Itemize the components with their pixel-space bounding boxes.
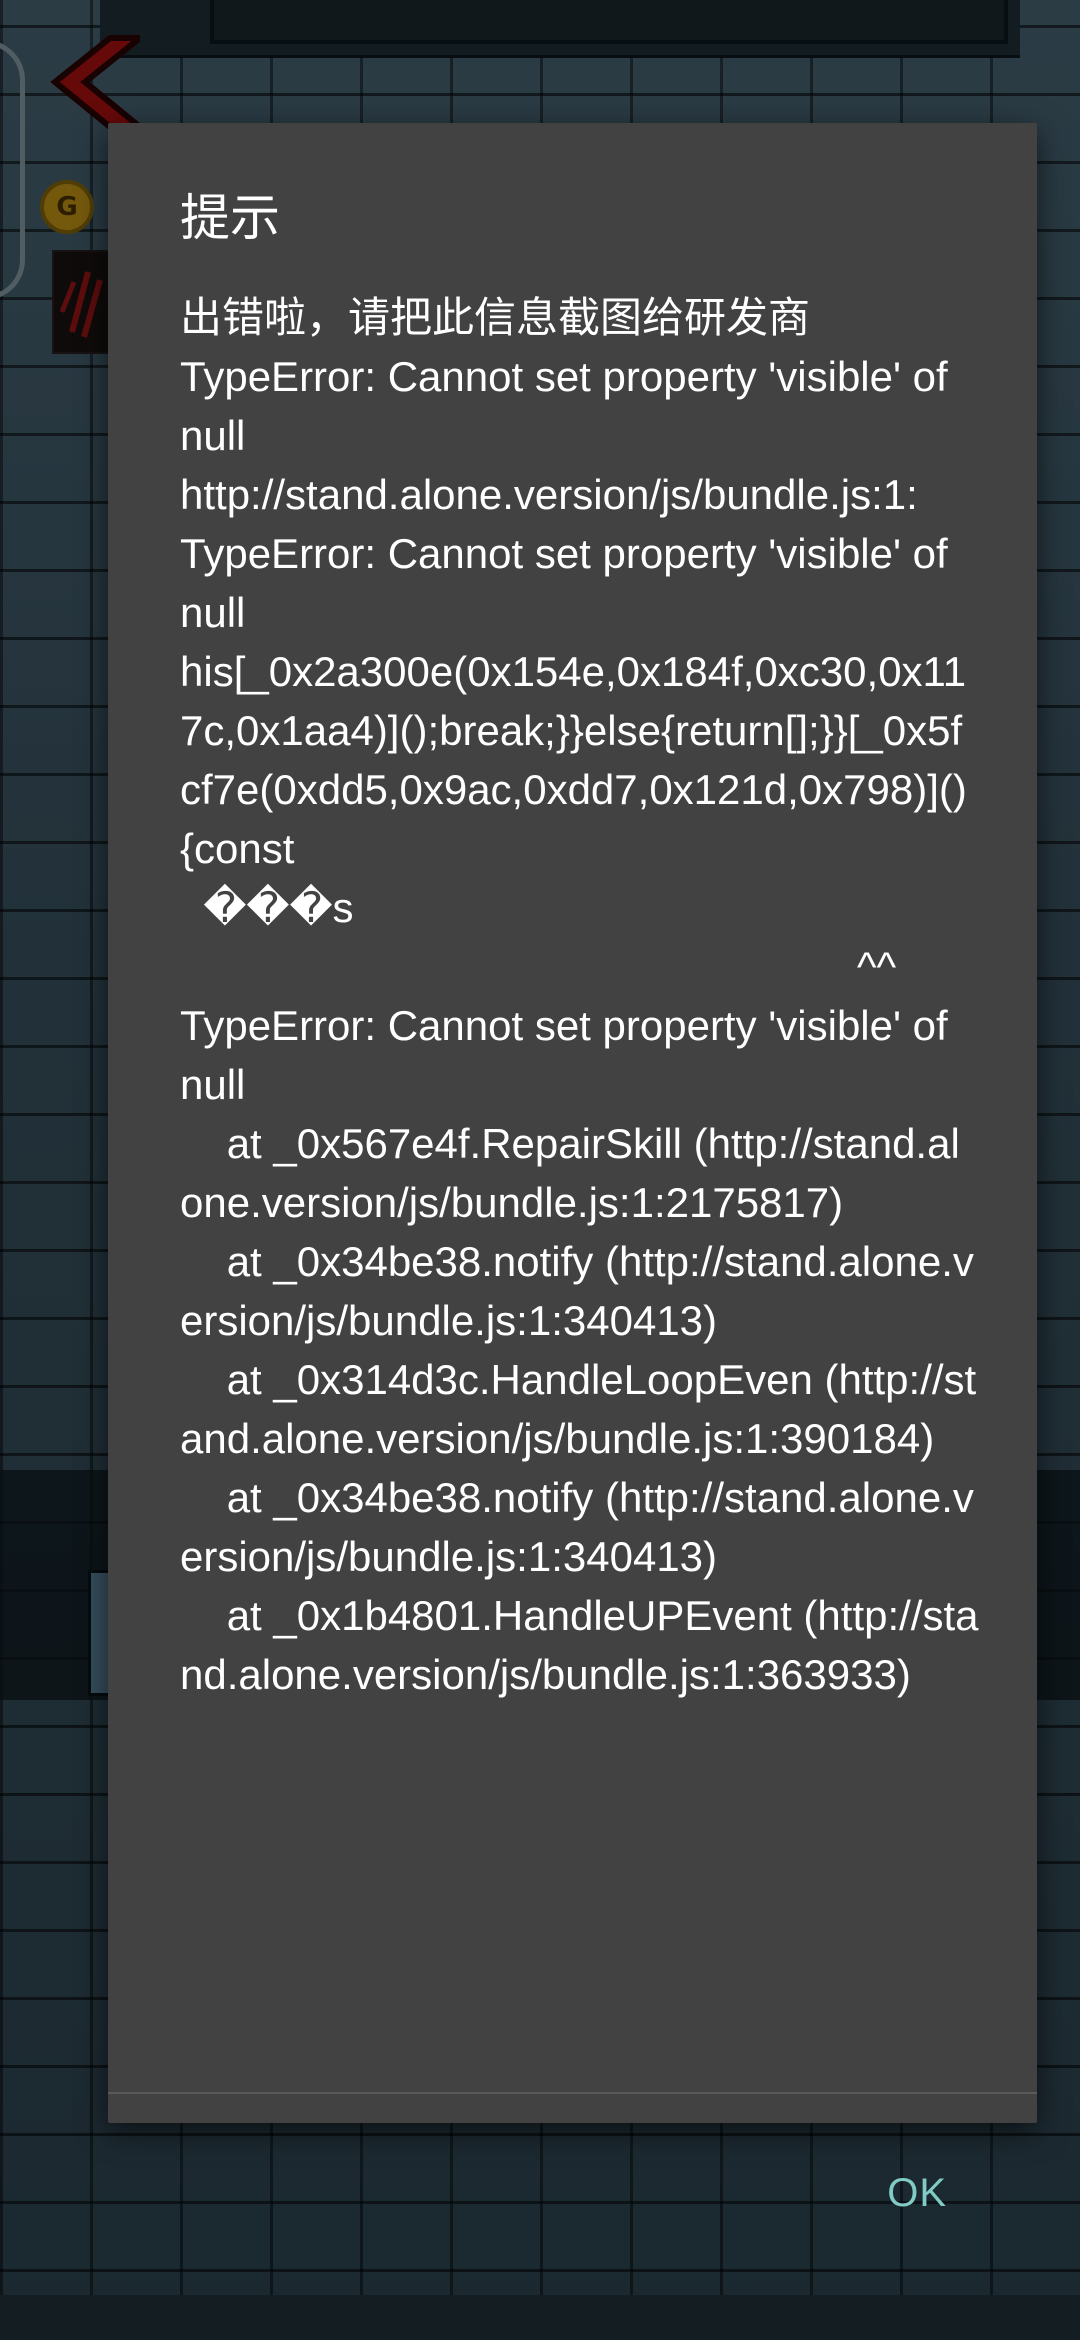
error-dialog: 提示 出错啦，请把此信息截图给研发商 TypeError: Cannot set… (108, 123, 1037, 2215)
error-message[interactable]: 出错啦，请把此信息截图给研发商 TypeError: Cannot set pr… (180, 288, 980, 2085)
dialog-divider (108, 2092, 1037, 2094)
ok-button[interactable]: OK (827, 2153, 947, 2233)
dialog-title: 提示 (180, 189, 280, 247)
